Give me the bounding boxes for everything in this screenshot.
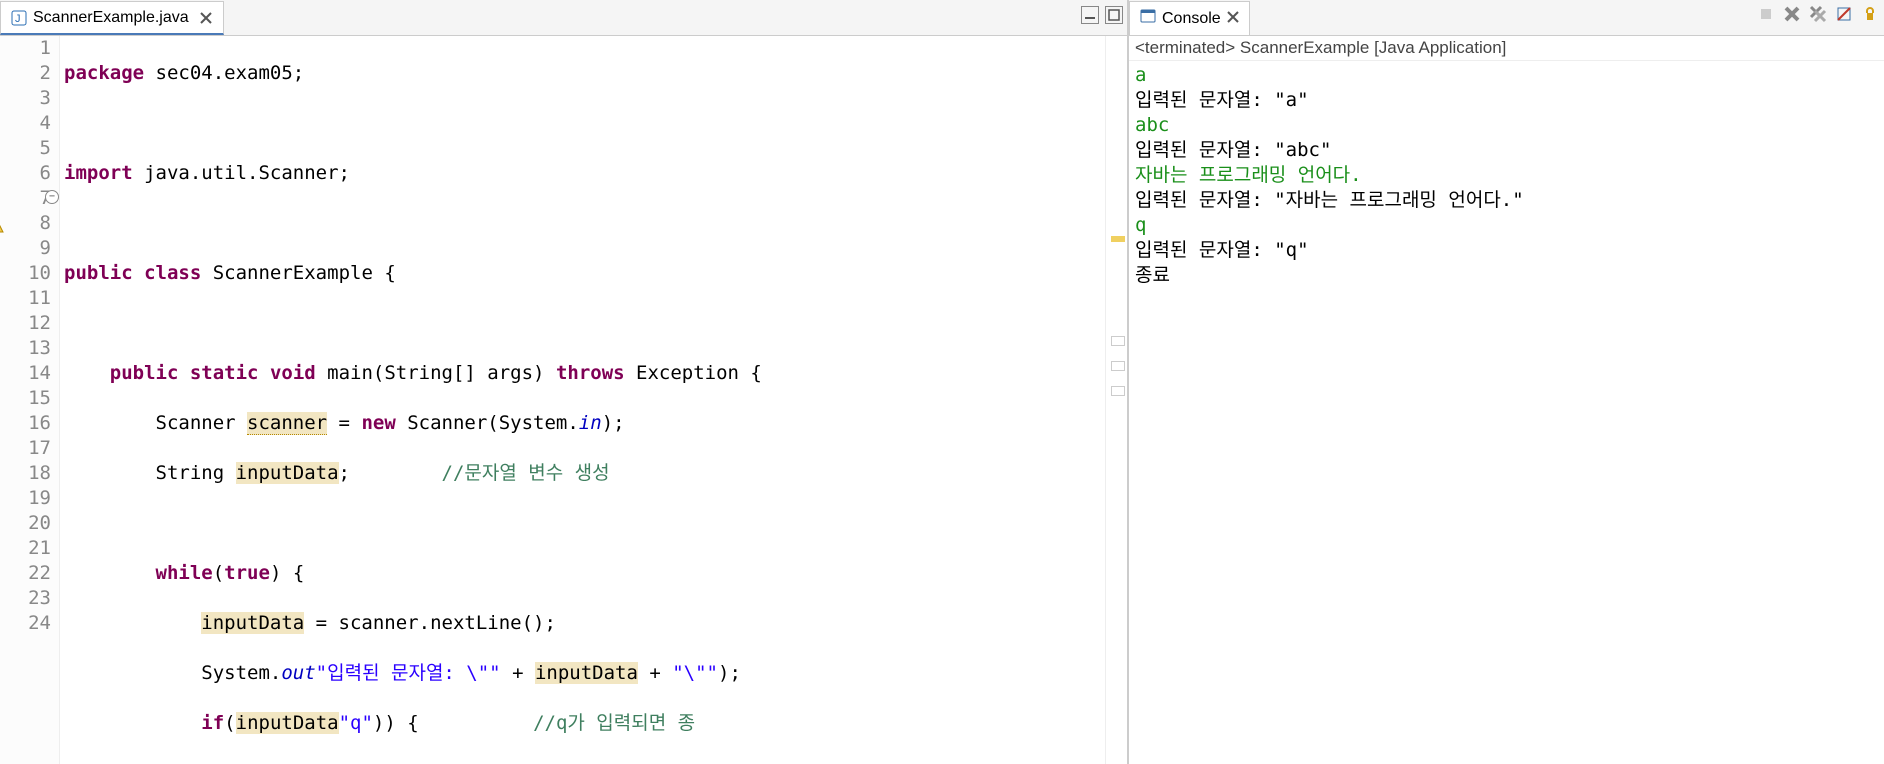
editor-tab-scannerexample[interactable]: J ScannerExample.java	[0, 1, 224, 35]
code-line[interactable]: package sec04.exam05;	[64, 61, 1123, 86]
console-tab-label: Console	[1162, 10, 1221, 28]
line-number: 23	[0, 586, 51, 611]
code-line[interactable]: public class ScannerExample {	[64, 261, 1123, 286]
code-line[interactable]	[64, 511, 1123, 536]
line-number: 3	[0, 86, 51, 111]
console-line: 입력된 문자열: "자바는 프로그래밍 언어다."	[1135, 188, 1878, 213]
console-status: <terminated> ScannerExample [Java Applic…	[1129, 36, 1884, 61]
line-number: 18	[0, 461, 51, 486]
line-number: 7−	[0, 186, 51, 211]
line-number: 21	[0, 536, 51, 561]
close-icon[interactable]	[199, 11, 213, 25]
line-number: 16	[0, 411, 51, 436]
console-line: 종료	[1135, 263, 1878, 288]
editor-window-controls	[1081, 6, 1123, 24]
line-number: 1	[0, 36, 51, 61]
clear-console-icon[interactable]	[1834, 4, 1854, 24]
console-icon	[1140, 8, 1156, 29]
minimize-view-icon[interactable]	[1081, 6, 1099, 24]
line-number-gutter: 1 2 3 4 5 6 7− 8 9 10 11 12 13 14 15 16 …	[0, 36, 60, 764]
line-number: 6	[0, 161, 51, 186]
console-line: a	[1135, 63, 1878, 88]
line-number: 8	[0, 211, 51, 236]
editor-body[interactable]: 1 2 3 4 5 6 7− 8 9 10 11 12 13 14 15 16 …	[0, 36, 1127, 764]
code-line[interactable]: System.out"입력된 문자열: \"" + inputData + "\…	[64, 661, 1123, 686]
line-number: 12	[0, 311, 51, 336]
code-line[interactable]	[64, 211, 1123, 236]
maximize-view-icon[interactable]	[1105, 6, 1123, 24]
console-tab-bar: Console	[1129, 0, 1884, 36]
code-area[interactable]: package sec04.exam05; import java.util.S…	[60, 36, 1127, 764]
console-line: 자바는 프로그래밍 언어다.	[1135, 163, 1878, 188]
overview-ruler[interactable]	[1105, 36, 1127, 764]
console-pane: Console <terminated> ScannerExample [Jav…	[1128, 0, 1884, 764]
warning-marker-icon	[0, 215, 4, 231]
terminate-icon[interactable]	[1756, 4, 1776, 24]
java-file-icon: J	[11, 10, 27, 26]
console-toolbar	[1756, 4, 1880, 24]
line-number: 9	[0, 236, 51, 261]
line-number: 22	[0, 561, 51, 586]
line-number: 14	[0, 361, 51, 386]
editor-pane: J ScannerExample.java 1 2 3 4 5 6 7− 8 9…	[0, 0, 1128, 764]
editor-tab-label: ScannerExample.java	[33, 9, 189, 27]
ruler-mark-warning[interactable]	[1111, 236, 1125, 242]
line-number: 24	[0, 611, 51, 636]
line-number: 15	[0, 386, 51, 411]
console-output[interactable]: a입력된 문자열: "a"abc입력된 문자열: "abc"자바는 프로그래밍 …	[1129, 61, 1884, 764]
console-line: q	[1135, 213, 1878, 238]
line-number: 5	[0, 136, 51, 161]
line-number: 19	[0, 486, 51, 511]
scroll-lock-icon[interactable]	[1860, 4, 1880, 24]
code-line[interactable]: String inputData; //문자열 변수 생성	[64, 461, 1123, 486]
line-number: 13	[0, 336, 51, 361]
console-line: 입력된 문자열: "abc"	[1135, 138, 1878, 163]
line-number: 10	[0, 261, 51, 286]
editor-tab-bar: J ScannerExample.java	[0, 0, 1127, 36]
code-line[interactable]: Scanner scanner = new Scanner(System.in)…	[64, 411, 1123, 436]
close-icon[interactable]	[1227, 10, 1239, 28]
remove-launch-icon[interactable]	[1782, 4, 1802, 24]
line-number: 4	[0, 111, 51, 136]
svg-text:J: J	[15, 13, 21, 25]
ruler-mark[interactable]	[1111, 336, 1125, 346]
console-line: 입력된 문자열: "a"	[1135, 88, 1878, 113]
console-line: 입력된 문자열: "q"	[1135, 238, 1878, 263]
ruler-mark[interactable]	[1111, 386, 1125, 396]
code-line[interactable]	[64, 311, 1123, 336]
ruler-mark[interactable]	[1111, 361, 1125, 371]
code-line[interactable]: public static void main(String[] args) t…	[64, 361, 1123, 386]
code-line[interactable]: import java.util.Scanner;	[64, 161, 1123, 186]
code-line[interactable]: inputData = scanner.nextLine();	[64, 611, 1123, 636]
line-number: 2	[0, 61, 51, 86]
console-tab[interactable]: Console	[1129, 1, 1250, 35]
remove-all-launches-icon[interactable]	[1808, 4, 1828, 24]
line-number: 17	[0, 436, 51, 461]
line-number: 11	[0, 286, 51, 311]
code-line[interactable]: while(true) {	[64, 561, 1123, 586]
code-line[interactable]	[64, 111, 1123, 136]
code-line[interactable]: if(inputData"q")) { //q가 입력되면 종	[64, 711, 1123, 736]
fold-toggle-icon[interactable]: −	[45, 190, 59, 204]
console-line: abc	[1135, 113, 1878, 138]
line-number: 20	[0, 511, 51, 536]
